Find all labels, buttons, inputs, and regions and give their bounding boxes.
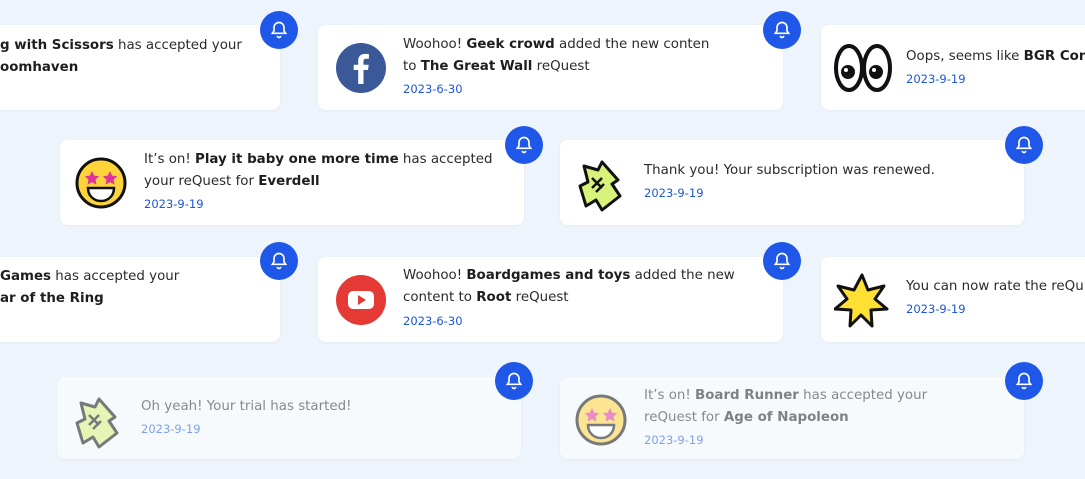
bell-button[interactable] bbox=[260, 11, 298, 49]
notification-card[interactable]: Woohoo! Geek crowd added the new conten … bbox=[318, 25, 783, 110]
notification-text: Woohoo! Geek crowd added the new conten … bbox=[403, 37, 710, 74]
notification-card[interactable]: Games has accepted your ar of the Ring bbox=[0, 257, 280, 342]
bell-icon bbox=[505, 372, 523, 390]
notification-text: Oh yeah! Your trial has started! bbox=[141, 399, 352, 414]
notification-date: 2023-9-19 bbox=[144, 197, 204, 211]
bell-icon bbox=[773, 252, 791, 270]
notification-text: It’s on! Board Runner has accepted your … bbox=[644, 388, 928, 425]
bell-button[interactable] bbox=[505, 126, 543, 164]
notification-date: 2023-9-19 bbox=[644, 186, 704, 200]
bell-icon bbox=[270, 21, 288, 39]
notification-card[interactable]: Woohoo! Boardgames and toys added the ne… bbox=[318, 257, 783, 342]
notification-text: It’s on! Play it baby one more time has … bbox=[144, 152, 493, 189]
notification-date: 2023-9-19 bbox=[644, 433, 704, 447]
bell-icon bbox=[515, 136, 533, 154]
notification-text: You can now rate the reQu bbox=[906, 279, 1084, 294]
notification-date: 2023-6-30 bbox=[403, 314, 463, 328]
notification-date: 2023-9-19 bbox=[906, 72, 966, 86]
bell-icon bbox=[270, 252, 288, 270]
notification-text: Games has accepted your ar of the Ring bbox=[0, 269, 180, 306]
bell-button[interactable] bbox=[1005, 126, 1043, 164]
notification-date: 2023-9-19 bbox=[141, 422, 201, 436]
notification-card[interactable]: g with Scissors has accepted your oomhav… bbox=[0, 25, 280, 110]
notification-card[interactable]: You can now rate the reQu 2023-9-19 bbox=[821, 257, 1085, 342]
notification-card[interactable]: It’s on! Board Runner has accepted your … bbox=[560, 377, 1024, 459]
facebook-icon bbox=[335, 42, 387, 94]
notification-text: Thank you! Your subscription was renewed… bbox=[644, 163, 935, 178]
puzzle-logo-icon bbox=[572, 158, 624, 212]
star-struck-emoji-icon bbox=[575, 394, 627, 446]
notification-card[interactable]: Thank you! Your subscription was renewed… bbox=[560, 140, 1024, 225]
bell-icon bbox=[1015, 136, 1033, 154]
bell-button[interactable] bbox=[1005, 362, 1043, 400]
notification-text: Woohoo! Boardgames and toys added the ne… bbox=[403, 268, 735, 305]
puzzle-logo-icon bbox=[69, 395, 121, 449]
bell-icon bbox=[773, 21, 791, 39]
bell-button[interactable] bbox=[763, 11, 801, 49]
star-struck-emoji-icon bbox=[75, 157, 127, 209]
notification-date: 2023-9-19 bbox=[906, 302, 966, 316]
star-burst-icon bbox=[833, 272, 889, 328]
youtube-icon bbox=[335, 274, 387, 326]
bell-button[interactable] bbox=[763, 242, 801, 280]
bell-icon bbox=[1015, 372, 1033, 390]
eyes-icon bbox=[834, 42, 892, 94]
notification-text: g with Scissors has accepted your oomhav… bbox=[0, 38, 242, 75]
notification-date: 2023-6-30 bbox=[403, 82, 463, 96]
notification-card[interactable]: Oh yeah! Your trial has started! 2023-9-… bbox=[57, 377, 521, 459]
bell-button[interactable] bbox=[260, 242, 298, 280]
notification-card[interactable]: Oops, seems like BGR Con 2023-9-19 bbox=[821, 25, 1085, 110]
notification-text: Oops, seems like BGR Con bbox=[906, 49, 1085, 64]
notification-card[interactable]: It’s on! Play it baby one more time has … bbox=[60, 140, 524, 225]
bell-button[interactable] bbox=[495, 362, 533, 400]
